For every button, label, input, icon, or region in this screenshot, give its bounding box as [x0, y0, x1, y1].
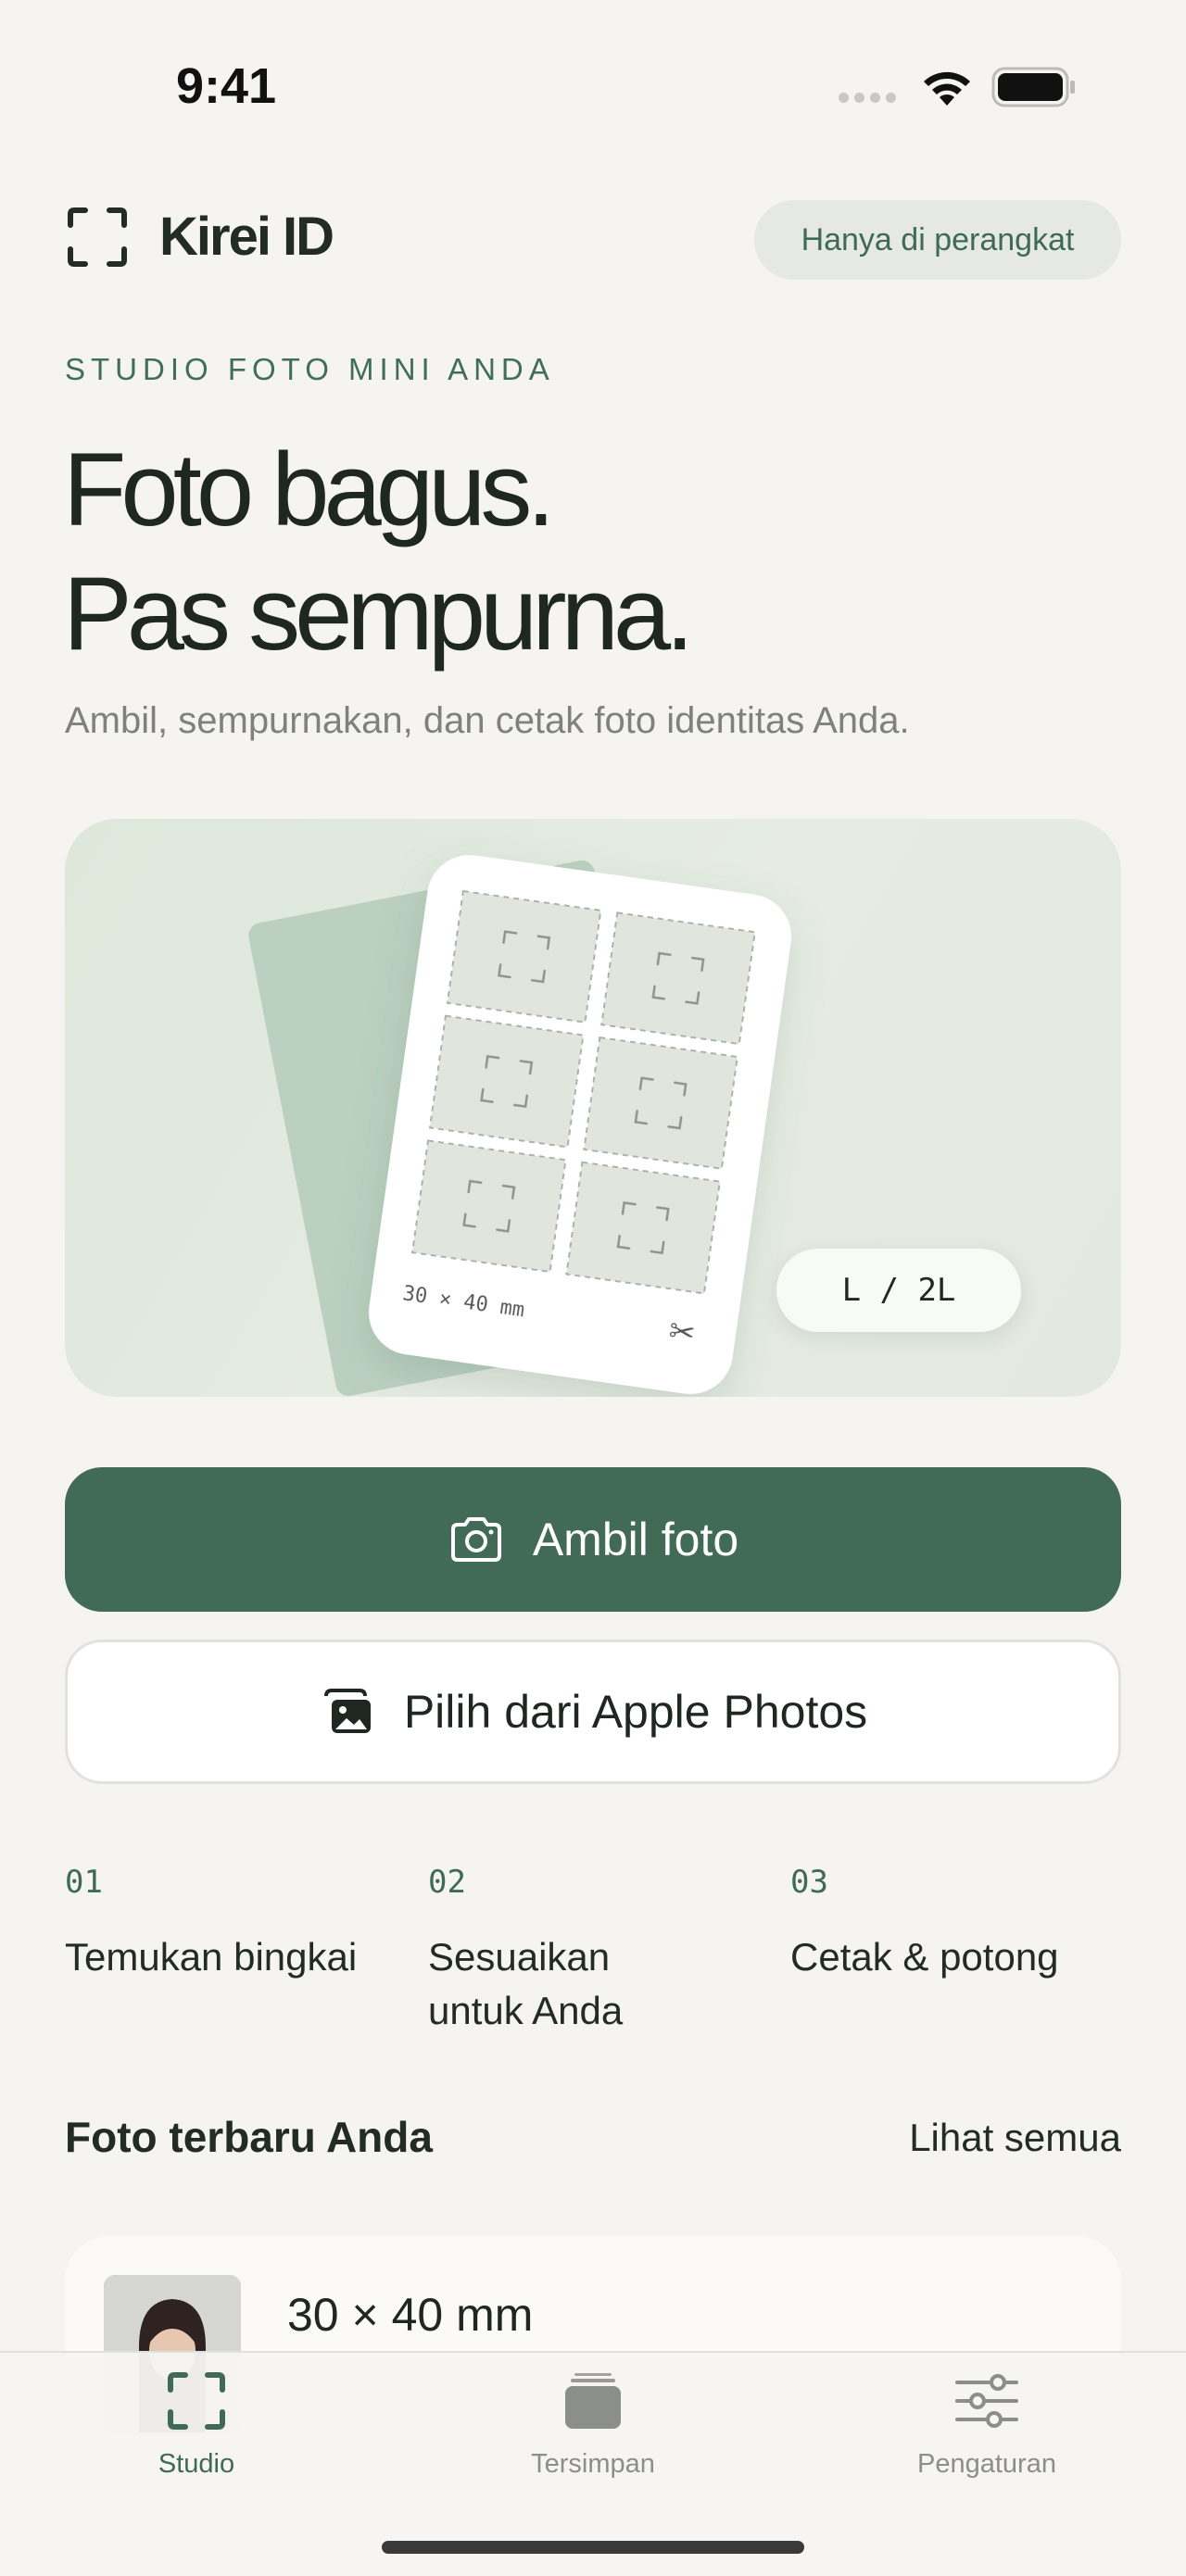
hero-illustration: 30 × 40 mm ✂ L / 2L: [65, 819, 1121, 1397]
take-photo-button[interactable]: Ambil foto: [65, 1467, 1121, 1612]
step-label: Cetak & potong: [790, 1935, 1059, 1979]
app-name: Kirei ID: [159, 207, 334, 267]
headline-line-2: Pas sempurna.: [63, 556, 694, 672]
headline-line-1: Foto bagus.: [63, 432, 556, 547]
step-number: 03: [790, 1864, 828, 1901]
camera-icon: [450, 1517, 501, 1562]
app-brand: Kirei ID: [67, 206, 334, 268]
step-adjust: 02 Sesuaikan untuk Anda: [428, 1864, 706, 2038]
tab-label: Pengaturan: [917, 2449, 1056, 2479]
frame-icon: [68, 207, 127, 267]
step-label: Temukan bingkai: [65, 1935, 358, 1979]
sliders-icon: [955, 2374, 1018, 2428]
step-number: 02: [428, 1864, 466, 1901]
take-photo-label: Ambil foto: [532, 1514, 739, 1565]
on-device-badge: Hanya di perangkat: [754, 200, 1121, 280]
tab-label: Tersimpan: [531, 2449, 655, 2479]
photo-library-icon: [323, 1689, 371, 1733]
eyebrow-label: STUDIO FOTO MINI ANDA: [65, 352, 555, 386]
front-photo-sheet: 30 × 40 mm ✂: [369, 855, 791, 1394]
tab-saved[interactable]: Tersimpan: [473, 2364, 713, 2480]
page-subtitle: Ambil, sempurnakan, dan cetak foto ident…: [65, 700, 910, 741]
home-indicator[interactable]: [382, 2541, 804, 2554]
tab-studio[interactable]: Studio: [76, 2364, 317, 2480]
recent-photo-size: 30 × 40 mm: [287, 2289, 534, 2341]
wifi-icon: [924, 71, 970, 106]
status-time: 9:41: [176, 58, 277, 114]
step-label: Sesuaikan untuk Anda: [428, 1935, 624, 2032]
step-find-frame: 01 Temukan bingkai: [65, 1864, 417, 1984]
status-bar: 9:41: [0, 0, 1186, 176]
paper-size-badge: L / 2L: [776, 1249, 1021, 1332]
choose-from-photos-button[interactable]: Pilih dari Apple Photos: [65, 1640, 1121, 1784]
scissors-icon: ✂: [666, 1313, 698, 1353]
choose-photos-label: Pilih dari Apple Photos: [403, 1686, 868, 1738]
step-print-cut: 03 Cetak & potong: [790, 1864, 1142, 1984]
page-title: Foto bagus. Pas sempurna.: [63, 428, 694, 676]
see-all-link[interactable]: Lihat semua: [909, 2116, 1121, 2160]
stack-icon: [565, 2373, 621, 2429]
recent-section-title: Foto terbaru Anda: [65, 2113, 433, 2161]
step-number: 01: [65, 1864, 103, 1901]
frame-icon: [168, 2372, 225, 2430]
tab-settings[interactable]: Pengaturan: [866, 2364, 1107, 2480]
battery-icon: [991, 67, 1075, 107]
tab-label: Studio: [158, 2449, 235, 2479]
cellular-signal-icon: [839, 93, 896, 103]
